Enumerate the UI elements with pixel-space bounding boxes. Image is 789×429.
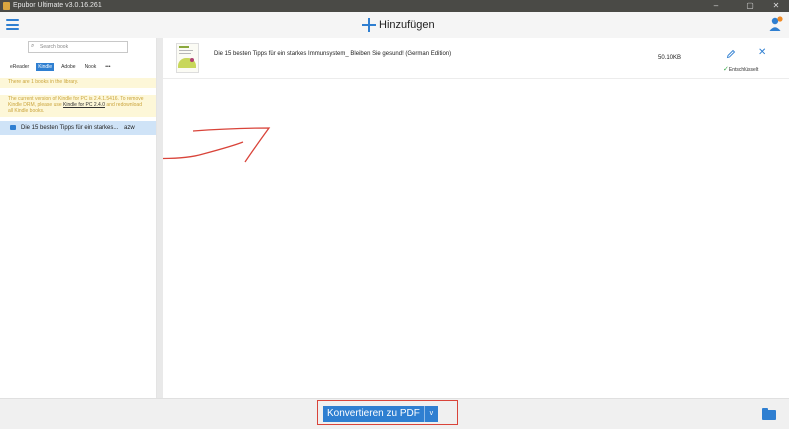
add-book-label: Hinzufügen bbox=[379, 19, 435, 31]
user-account-icon[interactable] bbox=[769, 16, 783, 32]
footer-bar: Konvertieren zu PDF v bbox=[0, 398, 789, 429]
source-tabs: eReader Kindle Adobe Nook ••• bbox=[8, 62, 118, 72]
sidebar-book-item[interactable]: Die 15 besten Tipps für ein starkes... a… bbox=[0, 121, 156, 135]
tab-ereader[interactable]: eReader bbox=[8, 63, 31, 71]
annotation-arrow bbox=[163, 127, 271, 163]
app-logo-icon bbox=[3, 2, 10, 10]
kindle-version-link[interactable]: Kindle for PC 2.4.0 bbox=[63, 102, 105, 108]
search-icon: ⌕ bbox=[31, 43, 35, 49]
close-window-button[interactable]: ✕ bbox=[764, 0, 788, 12]
hamburger-menu-icon[interactable] bbox=[6, 19, 19, 30]
library-sidebar: ⌕ Search book eReader Kindle Adobe Nook … bbox=[0, 38, 157, 398]
conversion-list: Die 15 besten Tipps für ein starkes Immu… bbox=[163, 38, 789, 398]
maximize-button[interactable]: ▢ bbox=[738, 0, 762, 12]
search-input[interactable]: ⌕ Search book bbox=[28, 41, 128, 53]
library-count-text: There are 1 books in the library. bbox=[8, 79, 79, 85]
app-header: Hinzufügen bbox=[0, 12, 789, 39]
search-placeholder: Search book bbox=[40, 44, 69, 50]
window-titlebar: Epubor Ultimate v3.0.16.261 – ▢ ✕ bbox=[0, 0, 789, 12]
tab-nook[interactable]: Nook bbox=[83, 63, 99, 71]
convert-button-group: Konvertieren zu PDF v bbox=[323, 406, 438, 422]
tab-kindle[interactable]: Kindle bbox=[36, 63, 55, 71]
minimize-button[interactable]: – bbox=[704, 0, 728, 12]
more-tabs-button[interactable]: ••• bbox=[103, 63, 112, 71]
sidebar-book-format: azw bbox=[124, 125, 135, 131]
plus-icon bbox=[362, 18, 376, 32]
sidebar-book-title: Die 15 besten Tipps für ein starkes... bbox=[21, 125, 119, 131]
folder-icon[interactable] bbox=[762, 408, 776, 420]
kindle-book-icon bbox=[10, 125, 16, 130]
library-count-notice: There are 1 books in the library. bbox=[0, 78, 156, 88]
kindle-version-notice: The current version of Kindle for PC is … bbox=[0, 95, 156, 117]
tab-adobe[interactable]: Adobe bbox=[59, 63, 77, 71]
window-title: Epubor Ultimate v3.0.16.261 bbox=[13, 2, 102, 9]
format-dropdown-button[interactable]: v bbox=[423, 406, 438, 422]
convert-to-pdf-button[interactable]: Konvertieren zu PDF bbox=[323, 406, 424, 422]
add-book-button[interactable]: Hinzufügen bbox=[362, 16, 435, 34]
